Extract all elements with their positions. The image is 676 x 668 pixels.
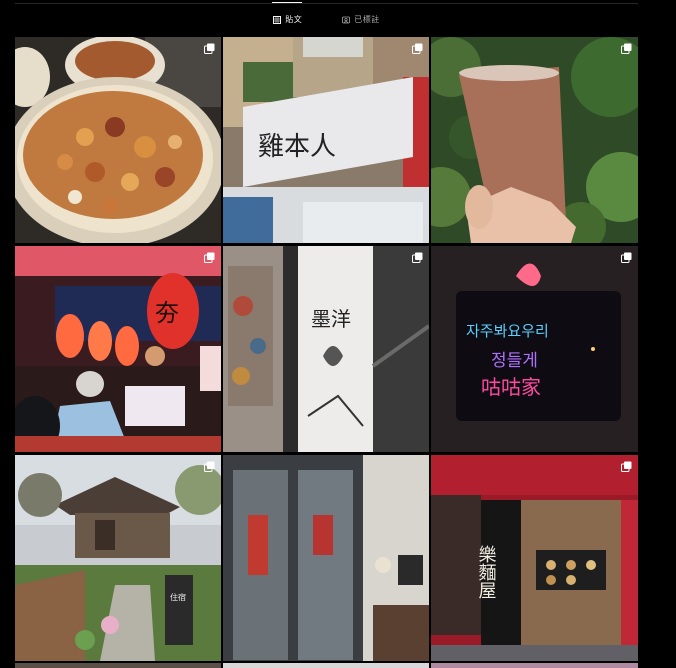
tab-tagged[interactable]: 已標註 [342,12,380,28]
mural-text: 墨洋 [311,307,351,331]
profile-tabs: 貼文 已標註 [0,12,653,28]
post-partial-2[interactable] [223,663,429,668]
profile-divider [15,3,638,4]
post-partial-3[interactable] [431,663,638,668]
active-tab-indicator [272,2,302,3]
post-partial-1[interactable] [15,663,221,668]
multiple-photos-icon [621,252,632,263]
posts-grid: 雞本人 夯 墨洋 자주봐요우리 정들게 咕咕家 住宿 樂麵屋 [15,37,638,661]
svg-text:咕咕家: 咕咕家 [481,375,541,399]
post-image: 자주봐요우리 정들게 咕咕家 [431,246,638,452]
svg-text:정들게: 정들게 [491,351,538,371]
post-braised-pork-rice[interactable] [15,37,221,243]
post-night-market-stall[interactable]: 夯 [15,246,221,452]
post-iced-tea-cup[interactable] [431,37,638,243]
post-ramen-shop-front[interactable]: 樂麵屋 [431,455,638,661]
post-image: 墨洋 [223,246,429,452]
multiple-photos-icon [621,43,632,54]
shop-name-text: 樂麵屋 [476,545,497,599]
multiple-photos-icon [204,461,215,472]
multiple-photos-icon [204,43,215,54]
svg-text:자주봐요우리: 자주봐요우리 [466,322,549,340]
tab-posts-label: 貼文 [285,15,303,24]
post-image [223,455,429,661]
sign-text: 雞本人 [258,132,336,162]
post-storefront-sign[interactable]: 雞本人 [223,37,429,243]
multiple-photos-icon [412,43,423,54]
multiple-photos-icon [621,461,632,472]
post-japanese-house[interactable]: 住宿 [15,455,221,661]
post-image: 樂麵屋 [431,455,638,661]
post-image [431,37,638,243]
sign-text: 住宿 [170,592,186,602]
post-image: 住宿 [15,455,221,661]
grid-icon [273,16,282,24]
tab-tagged-label: 已標註 [354,15,380,24]
post-image: 夯 [15,246,221,452]
lantern-text: 夯 [155,299,179,327]
post-mural-wall[interactable]: 墨洋 [223,246,429,452]
multiple-photos-icon [204,252,215,263]
tagged-icon [342,16,351,24]
post-image [15,37,221,243]
post-neon-sign[interactable]: 자주봐요우리 정들게 咕咕家 [431,246,638,452]
post-image: 雞本人 [223,37,429,243]
multiple-photos-icon [412,252,423,263]
tab-posts[interactable]: 貼文 [273,12,302,28]
post-cafe-entrance[interactable] [223,455,429,661]
